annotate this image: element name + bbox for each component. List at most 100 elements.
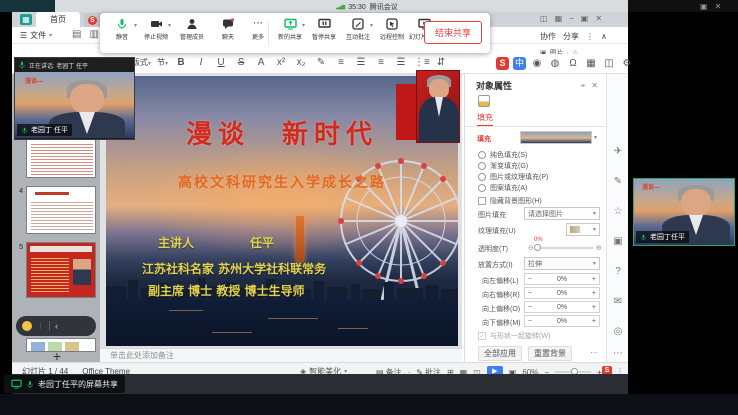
tab-home[interactable]: 首页 [36, 12, 80, 27]
slider-knob[interactable] [534, 244, 541, 251]
bold-button[interactable]: B [174, 57, 188, 68]
slide-thumbnail-4[interactable] [26, 186, 96, 234]
section-dropdown[interactable]: 节▾ [157, 57, 168, 68]
mute-caret-icon[interactable]: ▾ [134, 22, 137, 29]
notes-bar[interactable]: 单击此处添加备注 [100, 348, 462, 362]
panel-more-icon[interactable]: ⋯ [590, 348, 598, 357]
more-button[interactable]: ⋯ 更多 [242, 18, 274, 41]
superscript-button[interactable]: x² [274, 57, 288, 68]
reset-background-button[interactable]: 重置背景 [528, 346, 572, 361]
smiley-icon[interactable] [22, 321, 32, 331]
annotate-caret-icon[interactable]: ▾ [370, 22, 373, 29]
radio-solid-fill[interactable]: 纯色填充(S) [478, 150, 527, 160]
slide-thumbnail-5[interactable] [26, 242, 96, 298]
restore-icon[interactable]: ▣ [581, 14, 589, 23]
justify-icon[interactable]: ☰ [394, 57, 408, 68]
mail-icon[interactable]: ✉ [612, 296, 624, 307]
collapse-ribbon-icon[interactable]: ∧ [601, 32, 607, 41]
chat-button[interactable]: 聊天 [212, 18, 244, 41]
texture-fill-select[interactable]: ▾ [566, 223, 600, 236]
manage-members-button[interactable]: 管理成员 [176, 18, 208, 41]
layout-grid-icon[interactable]: ▦ [555, 14, 563, 23]
remote-control-button[interactable]: 远程控制 [376, 18, 408, 41]
slide-credential-line2[interactable]: 副主席 博士 教授 博士生导师 [148, 282, 305, 299]
record-icon[interactable]: ◉ [530, 58, 544, 69]
collaborate-button[interactable]: 协作 [540, 31, 556, 42]
voice-icon[interactable]: ◍ [548, 58, 562, 69]
floating-video-window[interactable]: 漫谈— 老园丁任平 [633, 178, 735, 246]
help-icon[interactable]: ? [612, 266, 624, 277]
wps-hotspot-icon[interactable]: S [496, 57, 509, 70]
minus-circle-icon[interactable]: ⊖ [528, 244, 534, 252]
transparency-slider[interactable]: ⊖ ⊕ [528, 244, 602, 252]
share-banner[interactable]: 老园丁任平的屏幕共享 [4, 375, 125, 393]
minimize-icon[interactable]: − [569, 14, 574, 23]
more-vertical-icon[interactable]: ⋮ [37, 322, 44, 330]
add-slide-button[interactable]: + [50, 350, 64, 362]
video-caret-icon[interactable]: ▾ [168, 22, 171, 29]
underline-button[interactable]: U [214, 57, 228, 68]
share-caret-icon[interactable]: ▾ [302, 22, 305, 29]
symbol-omega-icon[interactable]: Ω [566, 58, 580, 69]
apply-all-button[interactable]: 全部应用 [478, 346, 522, 361]
more-horizontal-icon[interactable]: ⋯ [612, 348, 624, 359]
speaking-video-panel[interactable]: 正在讲话: 老园丁 任平 漫谈— 老园丁 任平 [14, 57, 135, 140]
end-share-button[interactable]: 结束共享 [424, 21, 482, 44]
align-center-icon[interactable]: ☰ [354, 57, 368, 68]
plus-circle-icon[interactable]: ⊕ [596, 244, 602, 252]
checkbox-hide-background[interactable]: 隐藏背景图形(H) [478, 196, 542, 206]
skin-icon[interactable]: ◫ [540, 14, 548, 23]
font-color-button[interactable]: A [254, 57, 268, 68]
offset-left-stepper[interactable]: −0%+ [524, 273, 600, 285]
airplane-icon[interactable]: ✈ [612, 146, 624, 157]
share-button[interactable]: 分享 [563, 31, 579, 42]
file-menu[interactable]: ☰ 文件 ▾ [20, 30, 52, 41]
panel-tab-fill[interactable]: 填充 [477, 112, 493, 127]
slide-subtitle[interactable]: 高校文科研究生入学成长之路 [106, 172, 458, 192]
more-vertical-icon[interactable]: ⋮ [586, 32, 594, 41]
offset-right-stepper[interactable]: −0%+ [524, 287, 600, 299]
slide-speaker-line[interactable]: 主讲人任平 [158, 234, 274, 251]
translate-icon[interactable]: 中 [513, 57, 526, 70]
align-right-icon[interactable]: ≡ [374, 57, 388, 68]
star-favorites-icon[interactable]: ☆ [612, 206, 624, 217]
picture-fill-select[interactable]: 请选择图片▾ [524, 207, 600, 220]
target-icon[interactable]: ◎ [612, 326, 624, 337]
checkbox-rotate-with-shape[interactable]: ✓ 与形状一起旋转(W) [478, 331, 550, 341]
table-icon[interactable]: ▦ [584, 58, 598, 69]
italic-button[interactable]: I [194, 57, 208, 68]
save-icon[interactable]: ▤ [72, 29, 81, 40]
speaker-photo[interactable] [416, 70, 460, 143]
pause-share-button[interactable]: 暂停共享 [308, 18, 340, 41]
restore-icon[interactable]: ▣ [700, 2, 708, 11]
highlight-button[interactable]: ✎ [314, 57, 328, 68]
copy-panes-icon[interactable]: ▣ [612, 236, 624, 247]
radio-pattern-fill[interactable]: 图案填充(A) [478, 183, 527, 193]
bullet-list-icon[interactable]: ⋮≡ [414, 57, 428, 68]
radio-gradient-fill[interactable]: 渐变填充(G) [478, 161, 528, 171]
offset-up-stepper[interactable]: −0%+ [524, 301, 600, 313]
zoom-slider[interactable] [555, 371, 591, 373]
line-spacing-icon[interactable]: ⇵ [434, 57, 448, 68]
close-panel-icon[interactable]: ✕ [591, 81, 598, 90]
emoji-reaction-pill[interactable]: ⋮ ‹ [16, 316, 96, 336]
edit-pen-icon[interactable]: ✎ [612, 176, 624, 187]
pin-icon[interactable]: ⌖ [581, 81, 586, 91]
slide-credential-line[interactable]: 江苏社科名家 苏州大学社科联常务 [142, 260, 326, 277]
radio-picture-fill[interactable]: 图片或纹理填充(P) [478, 172, 548, 182]
fill-preview-dropdown[interactable]: ▾ [520, 131, 597, 144]
close-icon[interactable]: ✕ [595, 14, 602, 23]
close-icon[interactable]: ✕ [715, 2, 722, 11]
settings-gear-icon[interactable]: ⚙ [620, 58, 634, 69]
offset-down-stepper[interactable]: −0%+ [524, 315, 600, 327]
collapse-pill-icon[interactable]: ‹ [55, 321, 58, 331]
strikethrough-button[interactable]: S [234, 57, 248, 68]
window-icon[interactable]: ◫ [602, 58, 616, 69]
fill-bucket-icon[interactable] [478, 95, 490, 107]
subscript-button[interactable]: x₂ [294, 57, 308, 68]
meeting-timer-bar[interactable]: ▂▄▆ 35:30 腾讯会议 [336, 2, 398, 12]
align-left-icon[interactable]: ≡ [334, 57, 348, 68]
placement-select[interactable]: 拉伸▾ [524, 257, 600, 270]
wps-logo-icon[interactable]: ▦ [20, 14, 32, 25]
export-icon[interactable]: ▥ [89, 29, 98, 40]
